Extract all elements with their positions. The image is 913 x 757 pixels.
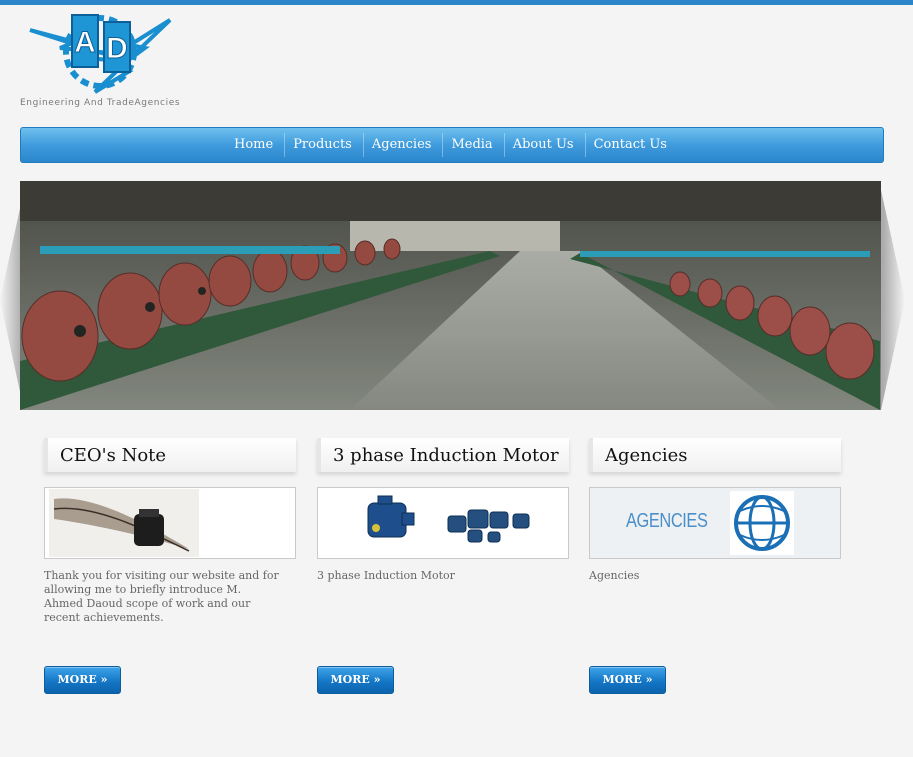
quill-ink-icon	[49, 489, 199, 557]
logo-letter-a: A	[74, 26, 96, 59]
induction-motor-text: 3 phase Induction Motor	[317, 569, 455, 582]
ceo-note-section: CEO's Note Thank you for visiting our we…	[44, 438, 296, 625]
induction-motor-section: 3 phase Induction Motor 3 phase Inductio…	[317, 438, 569, 583]
globe-icon	[730, 491, 794, 555]
ceo-note-title: CEO's Note	[44, 438, 296, 472]
nav-agencies[interactable]: Agencies	[364, 133, 444, 157]
top-accent-bar	[0, 0, 913, 5]
motor-products-icon	[318, 488, 568, 558]
nav-media[interactable]: Media	[443, 133, 505, 157]
nav-about-us[interactable]: About Us	[505, 133, 586, 157]
factory-photo	[20, 181, 881, 410]
company-logo[interactable]: A D	[20, 10, 185, 110]
ceo-note-image[interactable]	[44, 487, 296, 559]
nav-home[interactable]: Home	[226, 133, 286, 157]
agencies-text: Agencies	[589, 569, 640, 582]
induction-motor-more-button[interactable]: MORE »	[317, 666, 394, 694]
agencies-more-button[interactable]: MORE »	[589, 666, 666, 694]
induction-motor-image[interactable]	[317, 487, 569, 559]
induction-motor-title: 3 phase Induction Motor	[317, 438, 569, 472]
ceo-note-more-button[interactable]: MORE »	[44, 666, 121, 694]
agencies-title: Agencies	[589, 438, 841, 472]
agencies-image[interactable]: AGENCIES	[589, 487, 841, 559]
agencies-section: Agencies AGENCIES Agencies	[589, 438, 841, 583]
main-navigation: Home Products Agencies Media About Us Co…	[20, 127, 884, 163]
ceo-note-text: Thank you for visiting our website and f…	[44, 569, 279, 624]
slider-shadow-right	[881, 190, 905, 410]
nav-contact-us[interactable]: Contact Us	[586, 133, 678, 157]
agencies-image-label: AGENCIES	[626, 510, 708, 532]
logo-icon: A D	[29, 14, 172, 94]
nav-products[interactable]: Products	[285, 133, 364, 157]
hero-banner-image[interactable]	[20, 181, 881, 410]
company-tagline: Engineering And TradeAgencies	[20, 98, 181, 108]
logo-letter-d: D	[106, 32, 128, 65]
